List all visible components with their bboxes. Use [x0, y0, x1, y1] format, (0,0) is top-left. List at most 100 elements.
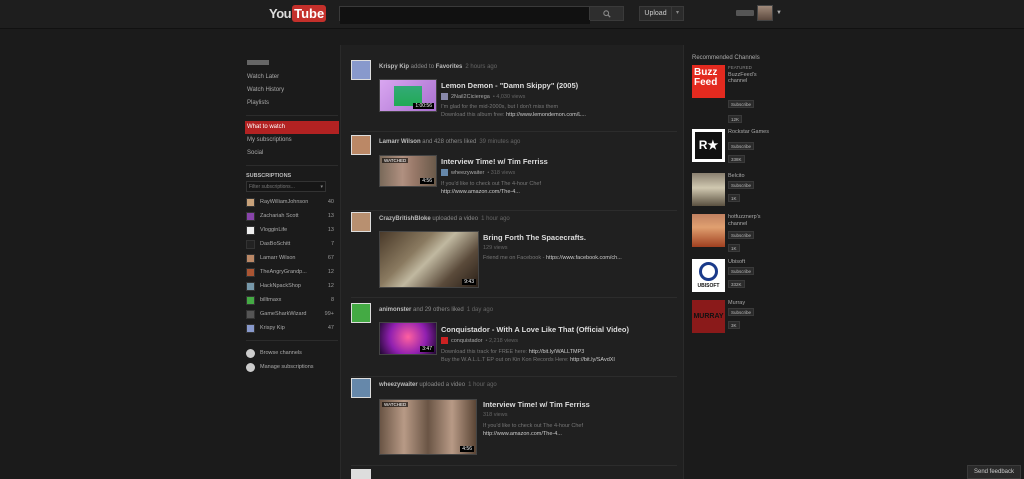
subscribe-button[interactable]: Subscribe [728, 267, 755, 275]
desc-link[interactable]: https://www.facebook.com/ch... [546, 255, 622, 261]
guide-what-to-watch[interactable]: What to watch [245, 121, 339, 134]
ubisoft-logo[interactable]: UBISOFT [692, 259, 725, 292]
channel-icon [441, 337, 448, 344]
desc-line: Download this track for FREE here: [441, 349, 529, 355]
avatar[interactable] [351, 212, 371, 232]
channel-name[interactable]: Ubisoft [728, 259, 772, 266]
duration: 9:43 [462, 279, 476, 285]
subscribe-button[interactable]: Subscribe [728, 181, 755, 189]
video-meta: 2Nail2Cicierega • 4,030 views [441, 93, 525, 100]
view-count: • 2,218 views [485, 337, 519, 344]
subscription-item[interactable]: Krispy Kip 47 [246, 321, 338, 335]
video-thumbnail[interactable]: 9:43 [379, 231, 479, 288]
action-text: and 29 others liked [411, 307, 464, 313]
avatar[interactable] [351, 135, 371, 155]
recommended-channel: Buzz Feed FEATURED BuzzFeed's channel Su… [692, 65, 772, 123]
channel-name[interactable]: Murray [728, 300, 772, 307]
manage-subscriptions-link[interactable]: Manage subscriptions [246, 360, 338, 374]
guide-watch-later[interactable]: Watch Later [246, 71, 338, 84]
desc-link[interactable]: http://bit.ly/SAvdXI [570, 357, 615, 363]
subscription-item[interactable]: DasBoSchitt 7 [246, 237, 338, 251]
rockstar-logo[interactable]: R★ [692, 129, 725, 162]
subscription-item[interactable]: HackNpackShop 12 [246, 279, 338, 293]
duration: 4:56 [460, 446, 474, 452]
buzzfeed-logo[interactable]: Buzz Feed [692, 65, 725, 98]
subscriber-count: 1K [728, 194, 740, 202]
subscription-name: Zachariah Scott [260, 213, 299, 219]
desc-link[interactable]: http://www.lemondemon.com/L... [506, 112, 586, 118]
video-description: I'm glad for the mid-2000s, but I don't … [441, 103, 586, 119]
youtube-logo[interactable]: You Tube [269, 4, 327, 22]
avatar[interactable] [351, 303, 371, 323]
actor-name[interactable]: CrazyBritishBloke [379, 216, 431, 222]
upload-dropdown-icon[interactable]: ▾ [671, 7, 683, 20]
subscription-item[interactable]: billtmaxx 8 [246, 293, 338, 307]
video-title[interactable]: Bring Forth The Spacecrafts. [483, 233, 586, 242]
channel-name[interactable]: Rockstar Games [728, 129, 772, 136]
actor-name[interactable]: Lamarr Wilson [379, 139, 421, 145]
browse-channels-link[interactable]: Browse channels [246, 346, 338, 360]
logo-tube: Tube [292, 4, 327, 22]
channel-name[interactable]: conquistador [451, 338, 483, 344]
search-button[interactable] [589, 7, 623, 20]
desc-link[interactable]: http://www.amazon.com/The-4... [441, 189, 520, 195]
channel-name[interactable]: wheezywaiter [451, 170, 484, 176]
actor-name[interactable]: Krispy Kip [379, 64, 409, 70]
upload-button[interactable]: Upload ▾ [639, 6, 684, 21]
subscription-item[interactable]: RayWilliamJohnson 40 [246, 195, 338, 209]
video-thumbnail[interactable]: 3:47 [379, 322, 437, 355]
guide-social[interactable]: Social [246, 147, 338, 160]
subscription-item[interactable]: Lamarr Wilson 67 [246, 251, 338, 265]
subscribe-button[interactable]: Subscribe [728, 231, 755, 239]
guide-watch-history[interactable]: Watch History [246, 84, 338, 97]
subscription-item[interactable]: Zachariah Scott 13 [246, 209, 338, 223]
avatar[interactable] [351, 378, 371, 398]
filter-subscriptions-input[interactable]: Filter subscriptions... ▾ [246, 181, 326, 192]
duration: 1:00:56 [413, 103, 434, 109]
video-title[interactable]: Interview Time! w/ Tim Ferriss [441, 157, 548, 166]
target-link[interactable]: Favorites [436, 64, 463, 70]
feed-item: animonster and 29 others liked 1 day ago … [351, 303, 677, 377]
video-title[interactable]: Lemon Demon - "Damn Skippy" (2005) [441, 81, 578, 90]
subscription-avatar [246, 239, 255, 249]
avatar[interactable] [351, 469, 371, 479]
desc-link[interactable]: http://www.amazon.com/The-4... [483, 431, 562, 437]
search-input[interactable] [340, 11, 590, 24]
subscription-count: 13 [327, 213, 334, 219]
actor-name[interactable]: animonster [379, 307, 411, 313]
avatar[interactable] [351, 60, 371, 80]
murray-logo[interactable]: MURRAY [692, 300, 725, 333]
channel-name[interactable]: 2Nail2Cicierega [451, 94, 490, 100]
desc-link[interactable]: http://bit.ly/WALLTMP3 [529, 349, 585, 355]
subscribe-button[interactable]: Subscribe [728, 308, 755, 316]
subscribe-button[interactable]: Subscribe [728, 142, 755, 150]
subscription-item[interactable]: TheAngryGrandp... 12 [246, 265, 338, 279]
actor-name[interactable]: wheezywaiter [379, 382, 418, 388]
subscription-item[interactable]: GameSharkWizard 99+ [246, 307, 338, 321]
subscription-avatar [246, 295, 255, 305]
video-title[interactable]: Conquistador - With A Love Like That (Of… [441, 325, 629, 334]
channel-icon [441, 93, 448, 100]
filter-placeholder: Filter subscriptions... [249, 184, 295, 190]
subscription-count: 12 [327, 269, 334, 275]
feed-item-header: Lamarr Wilson and 428 others liked 39 min… [379, 139, 520, 145]
channel-name[interactable]: hotfuzznerp's channel [728, 214, 772, 227]
video-description: If you'd like to check out The 4-hour Ch… [483, 422, 583, 438]
guide-playlists[interactable]: Playlists [246, 97, 338, 110]
video-thumbnail[interactable]: WATCHED 4:56 [379, 155, 437, 187]
channel-thumbnail[interactable] [692, 214, 725, 247]
subscribe-button[interactable]: Subscribe [728, 100, 755, 108]
guide-my-subscriptions[interactable]: My subscriptions [246, 134, 338, 147]
video-title[interactable]: Interview Time! w/ Tim Ferriss [483, 400, 590, 409]
recommended-channel: UBISOFT Ubisoft Subscribe 332K [692, 259, 772, 300]
feed-item-header: CrazyBritishBloke uploaded a video 1 hour… [379, 216, 510, 222]
channel-name[interactable]: Belcito [728, 173, 772, 180]
account-menu[interactable]: ▼ [736, 5, 782, 21]
channel-name[interactable]: BuzzFeed's channel [728, 72, 757, 85]
timestamp: 1 hour ago [468, 382, 497, 388]
subscription-item[interactable]: VlogginLife 13 [246, 223, 338, 237]
video-thumbnail[interactable]: WATCHED 4:56 [379, 399, 477, 455]
channel-thumbnail[interactable] [692, 173, 725, 206]
video-thumbnail[interactable]: 1:00:56 [379, 79, 437, 112]
send-feedback-button[interactable]: Send feedback [967, 465, 1021, 479]
